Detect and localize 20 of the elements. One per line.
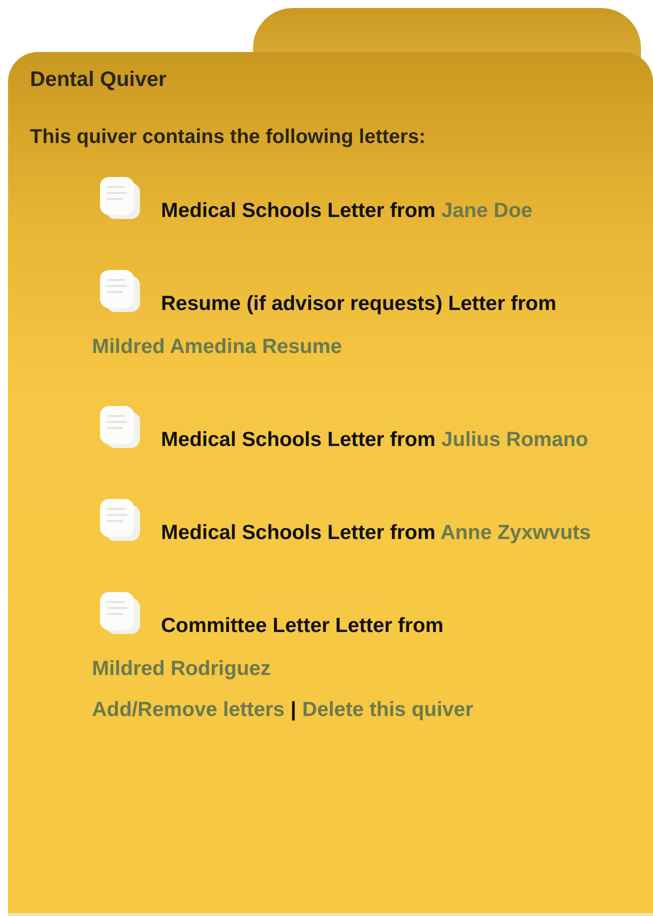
quiver-title: Dental Quiver bbox=[30, 68, 167, 92]
letter-entry: Medical Schools Letter from Anne Zyxwvuts bbox=[161, 521, 591, 544]
letter-entry: Medical Schools Letter from Jane Doe bbox=[161, 199, 532, 222]
document-icon bbox=[97, 404, 143, 450]
letter-entry: Committee Letter Letter from Mildred Rodriguez bbox=[92, 614, 444, 680]
action-link[interactable]: Add/Remove letters bbox=[92, 698, 285, 721]
author-link[interactable]: Julius Romano bbox=[441, 428, 588, 451]
author-link[interactable]: Mildred Amedina Resume bbox=[92, 335, 342, 358]
action-link[interactable]: Delete this quiver bbox=[302, 698, 474, 721]
document-icon bbox=[97, 268, 143, 314]
letter-entry: Resume (if advisor requests) Letter from Mildred Amedina Resume bbox=[92, 292, 556, 358]
document-icon bbox=[97, 590, 143, 636]
author-link[interactable]: Anne Zyxwvuts bbox=[440, 521, 591, 544]
author-link[interactable]: Jane Doe bbox=[441, 199, 532, 222]
document-icon bbox=[97, 175, 143, 221]
letter-entry: Medical Schools Letter from Julius Romano bbox=[161, 428, 588, 451]
separator: | bbox=[290, 698, 296, 721]
intro-text: This quiver contains the following letters: bbox=[30, 126, 426, 149]
document-icon bbox=[97, 497, 143, 543]
author-link[interactable]: Mildred Rodriguez bbox=[92, 657, 271, 680]
